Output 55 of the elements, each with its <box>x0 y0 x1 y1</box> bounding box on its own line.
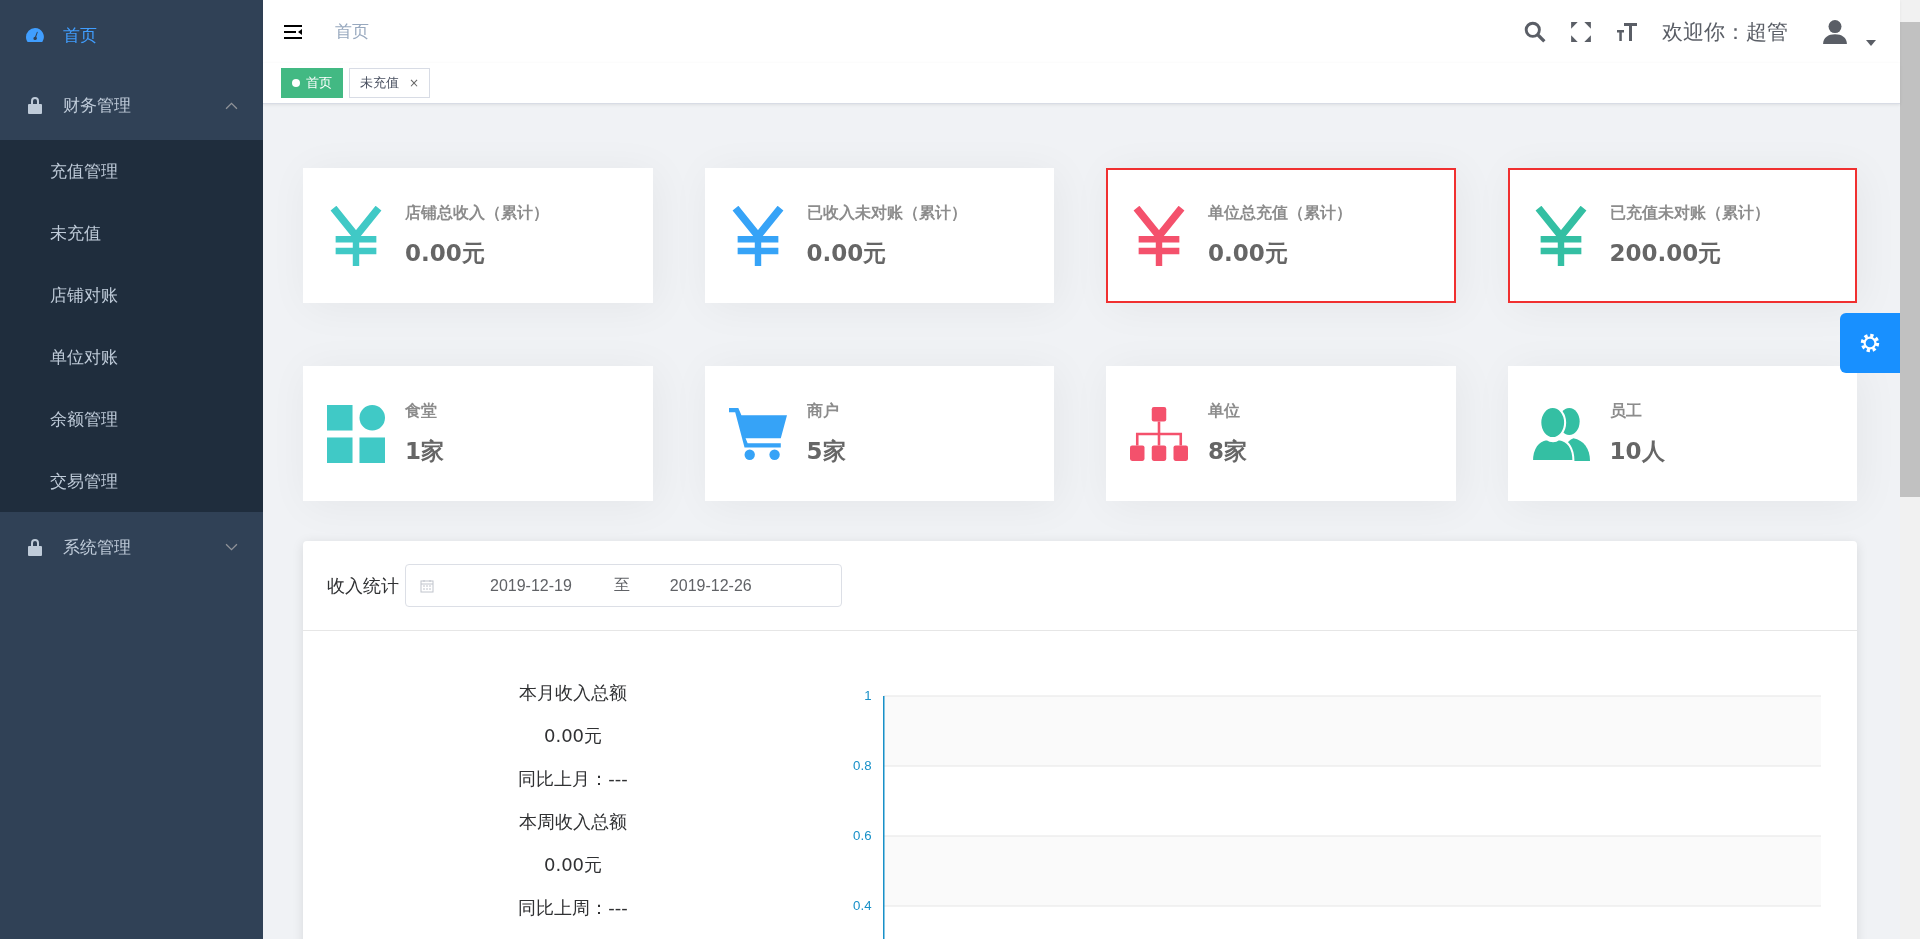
summary-text: 0.00元 <box>543 853 603 877</box>
submenu-item[interactable]: 余额管理 <box>0 388 263 450</box>
submenu-item[interactable]: 店铺对账 <box>0 264 263 326</box>
tag[interactable]: 未充值 × <box>349 68 431 98</box>
stat-label: 单位总充值（累计） <box>1208 202 1352 224</box>
stat-label: 食堂 <box>405 400 438 422</box>
stat-value: 1家 <box>405 436 444 466</box>
stat-value: 5家 <box>806 436 846 466</box>
stat-label: 已收入未对账（累计） <box>806 202 967 224</box>
summary-text: 同比上周：--- <box>518 896 628 920</box>
submenu-item[interactable]: 充值管理 <box>0 140 263 202</box>
chevron-down-icon <box>225 542 238 552</box>
submenu-item[interactable]: 交易管理 <box>0 450 263 512</box>
caret-icon[interactable] <box>1866 39 1876 46</box>
stat-label: 店铺总收入（累计） <box>405 202 549 224</box>
scrollbar[interactable] <box>1900 0 1920 939</box>
axis-tick-label: 0.8 <box>853 758 872 773</box>
blocks-icon <box>327 403 385 464</box>
stat-value: 200.00元 <box>1609 238 1723 268</box>
summary-text: 0.00元 <box>543 724 603 748</box>
menu-item[interactable]: 首页 <box>0 0 263 70</box>
calendar-icon <box>420 578 434 593</box>
user-avatar-icon[interactable] <box>1822 18 1848 45</box>
menu-item[interactable]: 财务管理 <box>0 70 263 140</box>
axis-tick-label: 0.4 <box>853 898 872 913</box>
stat-label: 单位 <box>1208 400 1241 422</box>
welcome-text: 欢迎你：超管 <box>1662 18 1788 46</box>
lock-icon <box>25 538 45 556</box>
stat-label: 已充值未对账（累计） <box>1609 202 1770 224</box>
stat-value: 8家 <box>1208 436 1247 466</box>
menu-icon[interactable] <box>283 23 303 40</box>
dashboard-icon <box>25 26 45 44</box>
stat-value: 10人 <box>1609 436 1665 466</box>
fullscreen-icon[interactable] <box>1570 20 1592 43</box>
date-range-field[interactable]: 2019-12-19 至 2019-12-26 <box>405 564 842 607</box>
summary-text: 同比上月：--- <box>518 767 628 791</box>
lock-icon <box>25 96 45 114</box>
stat-label: 员工 <box>1609 400 1643 422</box>
axis-tick-label: 1 <box>864 688 872 703</box>
close-icon[interactable]: × <box>409 76 420 90</box>
font-size-icon[interactable] <box>1616 20 1638 43</box>
search-icon[interactable] <box>1524 20 1546 43</box>
stat-value: 0.00元 <box>405 238 486 268</box>
stat-value: 0.00元 <box>806 238 888 268</box>
stat-value: 0.00元 <box>1208 238 1289 268</box>
summary-text: 本月收入总额 <box>519 681 627 705</box>
settings-button[interactable] <box>1840 313 1900 373</box>
chevron-up-icon <box>225 100 238 110</box>
axis-tick-label: 0.6 <box>853 828 872 843</box>
summary-text: 本周收入总额 <box>519 810 627 834</box>
submenu-item[interactable]: 单位对账 <box>0 326 263 388</box>
panel-title: 收入统计 <box>327 573 399 598</box>
submenu-item[interactable]: 未充值 <box>0 202 263 264</box>
stat-label: 商户 <box>806 400 840 422</box>
menu-item[interactable]: 系统管理 <box>0 512 263 582</box>
